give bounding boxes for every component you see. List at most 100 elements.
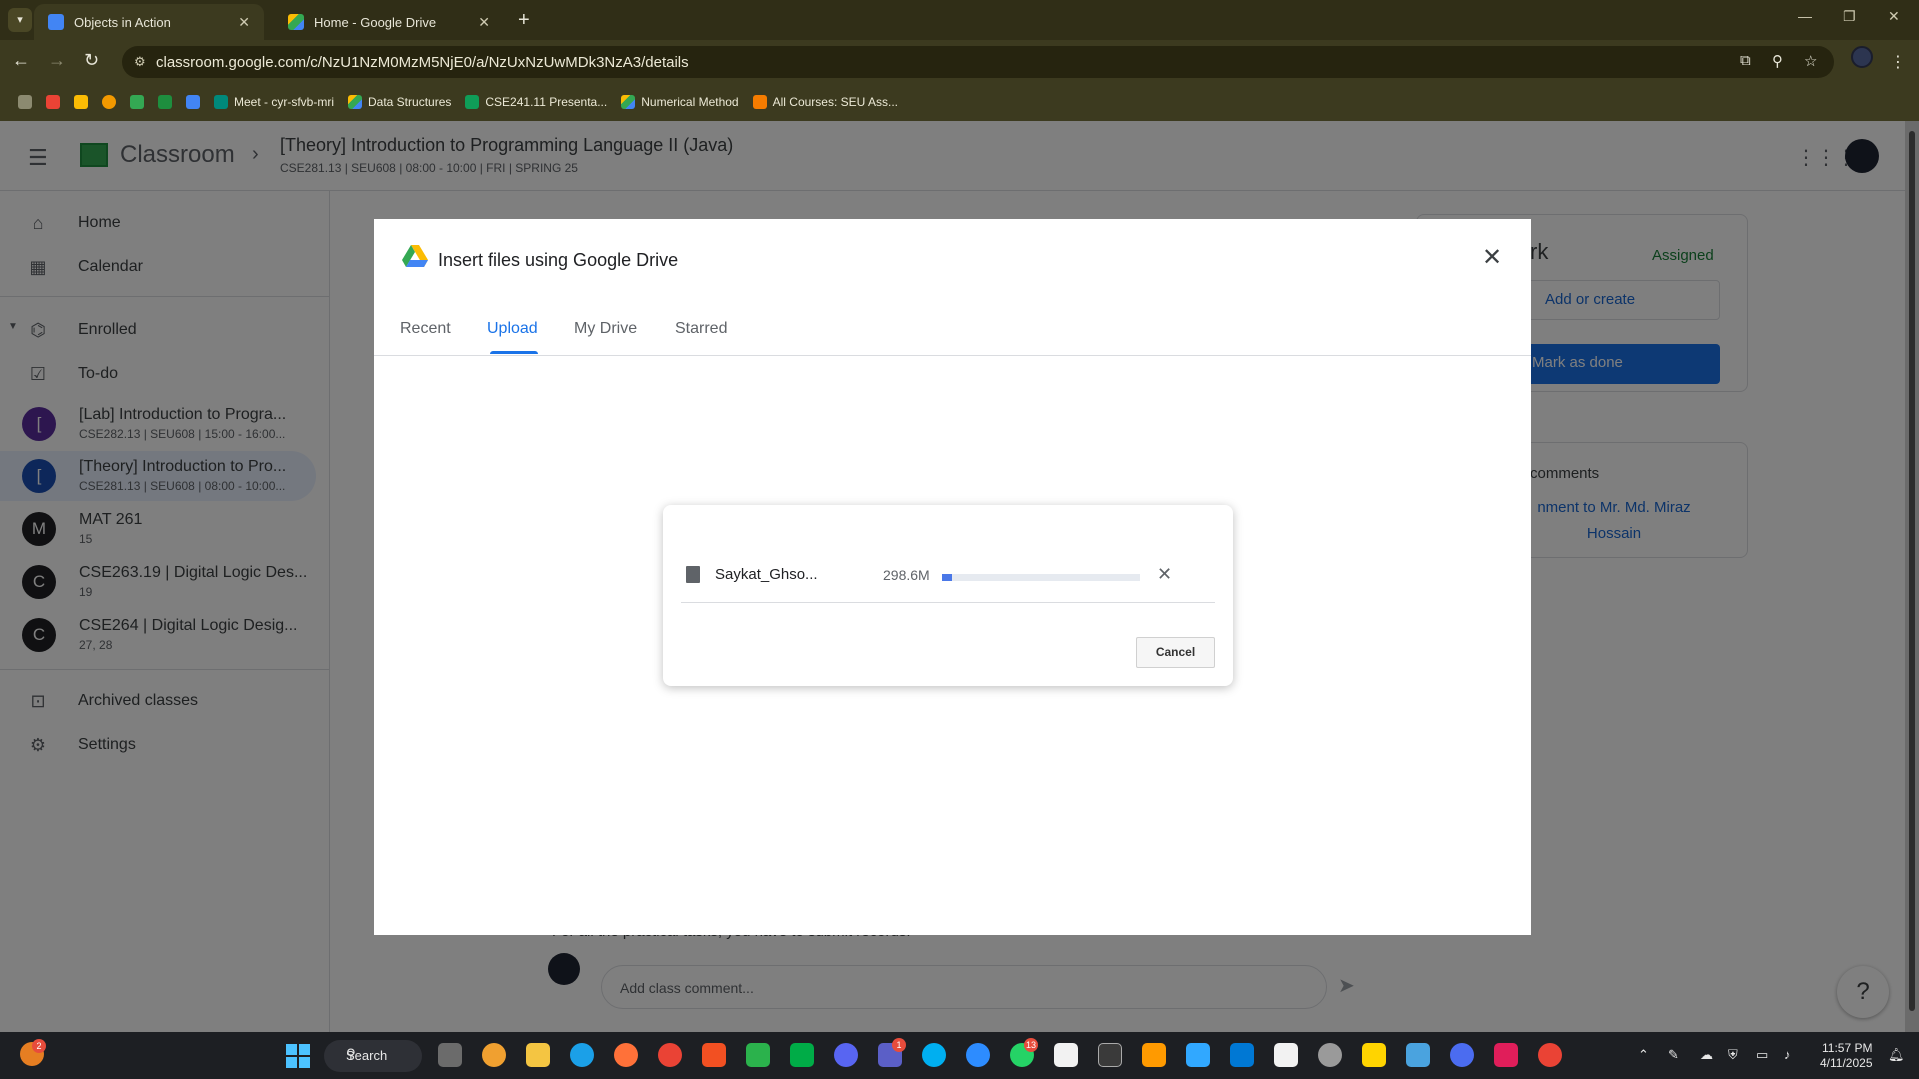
illustrator-icon[interactable] bbox=[1142, 1043, 1166, 1067]
bookmark-label: Numerical Method bbox=[641, 95, 739, 109]
photoshop-icon[interactable] bbox=[1186, 1043, 1210, 1067]
capcut-icon[interactable] bbox=[1274, 1043, 1298, 1067]
classroom-bookmark-icon[interactable] bbox=[158, 95, 172, 109]
onedrive-icon[interactable]: ☁ bbox=[1700, 1047, 1713, 1063]
file-explorer-icon[interactable] bbox=[526, 1043, 550, 1067]
store-icon[interactable] bbox=[702, 1043, 726, 1067]
drive-icon bbox=[621, 95, 636, 109]
bookmark-meet[interactable]: Meet - cyr-sfvb-mri bbox=[214, 95, 334, 109]
google-drive-icon bbox=[402, 245, 428, 267]
new-tab-button[interactable]: + bbox=[518, 8, 530, 32]
chrome-bookmark-icon[interactable] bbox=[102, 95, 116, 109]
firefox-icon[interactable] bbox=[614, 1043, 638, 1067]
skype-icon[interactable] bbox=[922, 1043, 946, 1067]
profile-avatar[interactable] bbox=[1851, 46, 1873, 68]
tab-google-drive[interactable]: Home - Google Drive ✕ bbox=[274, 4, 504, 40]
tab-upload[interactable]: Upload bbox=[487, 320, 538, 338]
volume-icon[interactable]: ♪ bbox=[1784, 1047, 1791, 1062]
bookmark-all-courses[interactable]: All Courses: SEU Ass... bbox=[752, 95, 898, 109]
bookmark-data-structures[interactable]: Data Structures bbox=[348, 95, 451, 109]
upload-file-name: Saykat_Ghso... bbox=[715, 566, 818, 583]
site-info-icon[interactable]: ⚙ bbox=[134, 54, 146, 70]
browser-chrome: ▾ Objects in Action ✕ Home - Google Driv… bbox=[0, 0, 1919, 121]
task-view-icon[interactable] bbox=[438, 1043, 462, 1067]
discord-icon[interactable] bbox=[834, 1043, 858, 1067]
close-tab-icon[interactable]: ✕ bbox=[478, 14, 490, 31]
bookmark-presentation[interactable]: CSE241.11 Presenta... bbox=[465, 95, 607, 109]
install-app-icon[interactable]: ⧉ bbox=[1740, 52, 1751, 69]
bookmark-label: CSE241.11 Presenta... bbox=[485, 95, 608, 109]
search-icon: ⚲ bbox=[346, 1046, 356, 1061]
bookmark-label: All Courses: SEU Ass... bbox=[772, 95, 898, 109]
security-icon[interactable]: ⛨ bbox=[1728, 1047, 1738, 1063]
page-scrollbar[interactable] bbox=[1905, 121, 1919, 1032]
chrome-profile-icon[interactable] bbox=[1538, 1043, 1562, 1067]
tab-starred[interactable]: Starred bbox=[675, 320, 727, 338]
drive-icon bbox=[348, 95, 362, 109]
zoom-icon[interactable]: ⚲ bbox=[1772, 52, 1783, 70]
upload-file-size: 298.6M bbox=[883, 567, 930, 583]
translate-bookmark-icon[interactable] bbox=[186, 95, 200, 109]
bookmarks-bar: Meet - cyr-sfvb-mri Data Structures CSE2… bbox=[0, 88, 1919, 116]
scrollbar-thumb[interactable] bbox=[1909, 131, 1915, 1011]
sticky-notes-icon[interactable] bbox=[1362, 1043, 1386, 1067]
back-icon[interactable]: ← bbox=[12, 50, 30, 71]
file-icon bbox=[686, 566, 700, 583]
restore-button[interactable]: ❐ bbox=[1843, 8, 1856, 25]
obs-icon[interactable] bbox=[1318, 1043, 1342, 1067]
tab-recent[interactable]: Recent bbox=[400, 320, 451, 338]
url-text[interactable]: classroom.google.com/c/NzU1NzM0MzM5NjE0/… bbox=[156, 54, 689, 71]
network-icon[interactable]: ▭ bbox=[1756, 1047, 1768, 1063]
zoom-icon[interactable] bbox=[966, 1043, 990, 1067]
intellij-icon[interactable] bbox=[1494, 1043, 1518, 1067]
notepad-icon[interactable] bbox=[1406, 1043, 1430, 1067]
window-close-button[interactable]: ✕ bbox=[1888, 8, 1900, 25]
close-tab-icon[interactable]: ✕ bbox=[238, 14, 250, 31]
vscode-icon[interactable] bbox=[1230, 1043, 1254, 1067]
meet-icon bbox=[214, 95, 228, 109]
notifications-icon[interactable]: 🔔︎ bbox=[1888, 1047, 1905, 1063]
bookmark-numerical-method[interactable]: Numerical Method bbox=[621, 95, 739, 109]
apps-grid-icon[interactable] bbox=[18, 95, 32, 109]
bookmark-label: Meet - cyr-sfvb-mri bbox=[234, 95, 334, 109]
upload-progress-panel: Saykat_Ghso... 298.6M ✕ Cancel bbox=[663, 505, 1233, 686]
browser-menu-icon[interactable]: ⋮ bbox=[1890, 52, 1906, 72]
taskbar-search[interactable]: Search bbox=[324, 1040, 422, 1072]
tab-title: Objects in Action bbox=[74, 14, 171, 30]
tab-my-drive[interactable]: My Drive bbox=[574, 320, 637, 338]
forward-icon[interactable]: → bbox=[48, 50, 66, 71]
meet-app-icon[interactable] bbox=[790, 1043, 814, 1067]
bookmark-label: Data Structures bbox=[368, 95, 452, 109]
divider bbox=[681, 602, 1215, 603]
classroom-app-icon[interactable] bbox=[746, 1043, 770, 1067]
chevron-up-icon[interactable]: ⌃ bbox=[1638, 1047, 1649, 1063]
search-app-icon[interactable] bbox=[482, 1043, 506, 1067]
address-bar[interactable]: ⚙ classroom.google.com/c/NzU1NzM0MzM5NjE… bbox=[122, 46, 1834, 78]
edge-icon[interactable] bbox=[570, 1043, 594, 1067]
cancel-button[interactable]: Cancel bbox=[1136, 637, 1215, 668]
clock[interactable]: 11:57 PM 4/11/2025 bbox=[1820, 1041, 1873, 1071]
cancel-file-icon[interactable]: ✕ bbox=[1157, 564, 1172, 585]
bookmark-star-icon[interactable]: ☆ bbox=[1804, 52, 1817, 70]
gmail-bookmark-icon[interactable] bbox=[46, 95, 60, 109]
tab-search-button[interactable]: ▾ bbox=[8, 8, 32, 32]
sheets-icon bbox=[465, 95, 480, 109]
calendar-app-icon[interactable] bbox=[1098, 1043, 1122, 1067]
slides-bookmark-icon[interactable] bbox=[74, 95, 88, 109]
notion-icon[interactable] bbox=[1054, 1043, 1078, 1067]
classroom-favicon-icon bbox=[48, 14, 64, 30]
tab-objects-in-action[interactable]: Objects in Action ✕ bbox=[34, 4, 264, 40]
pen-icon[interactable]: ✎ bbox=[1668, 1047, 1679, 1063]
start-button[interactable] bbox=[286, 1044, 310, 1068]
tab-title: Home - Google Drive bbox=[314, 14, 437, 30]
settings-app-icon[interactable] bbox=[1450, 1043, 1474, 1067]
reload-icon[interactable]: ↻ bbox=[84, 50, 99, 71]
upload-progress-fill bbox=[942, 574, 952, 581]
divider bbox=[374, 355, 1531, 356]
chrome-icon[interactable] bbox=[658, 1043, 682, 1067]
minimize-button[interactable]: — bbox=[1798, 8, 1812, 24]
moodle-icon bbox=[752, 95, 767, 109]
browser-toolbar: ← → ↻ ⚙ classroom.google.com/c/NzU1NzM0M… bbox=[0, 40, 1919, 84]
drive-bookmark-icon[interactable] bbox=[130, 95, 144, 109]
close-icon[interactable]: ✕ bbox=[1482, 243, 1502, 272]
